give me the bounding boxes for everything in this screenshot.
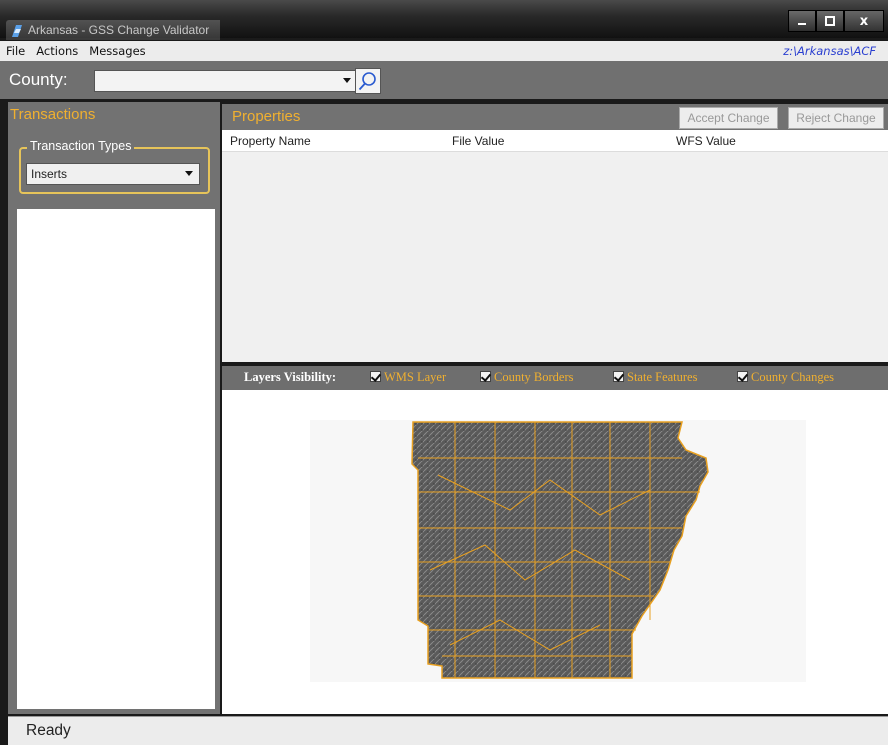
layers-visibility-label: Layers Visibility: xyxy=(244,370,337,384)
window-controls: x xyxy=(788,10,884,32)
maximize-button[interactable] xyxy=(816,10,844,32)
checkbox-icon[interactable] xyxy=(737,371,748,382)
transaction-type-value: Inserts xyxy=(31,167,68,181)
window-title: Arkansas - GSS Change Validator xyxy=(28,23,210,37)
menu-actions[interactable]: Actions xyxy=(36,44,78,58)
layer-label-county-changes: County Changes xyxy=(751,370,834,384)
search-button[interactable] xyxy=(355,68,381,94)
reject-change-button[interactable]: Reject Change xyxy=(788,107,884,129)
chevron-down-icon xyxy=(185,171,193,176)
maximize-icon xyxy=(825,16,835,26)
layer-toggle-county-changes[interactable]: County Changes xyxy=(737,370,834,385)
layers-visibility-bar: Layers Visibility: WMS Layer County Bord… xyxy=(222,366,888,390)
menu-messages[interactable]: Messages xyxy=(89,44,145,58)
transactions-header: Transactions xyxy=(10,106,96,123)
layer-label-county-borders: County Borders xyxy=(494,370,574,384)
checkbox-icon[interactable] xyxy=(480,371,491,382)
close-button[interactable]: x xyxy=(844,10,884,32)
chevron-down-icon xyxy=(343,78,351,83)
search-icon xyxy=(358,72,376,91)
layer-toggle-county-borders[interactable]: County Borders xyxy=(480,370,574,385)
layer-toggle-state-features[interactable]: State Features xyxy=(613,370,697,385)
properties-column-header: Property Name File Value WFS Value xyxy=(222,130,888,152)
title-bar: Arkansas - GSS Change Validator x xyxy=(0,0,888,40)
properties-panel: Properties Accept Change Reject Change P… xyxy=(222,104,888,362)
close-icon: x xyxy=(859,13,869,29)
county-bar: County: xyxy=(0,61,888,99)
accept-change-button[interactable]: Accept Change xyxy=(679,107,778,129)
transaction-types-legend: Transaction Types xyxy=(27,139,135,153)
column-wfs-value[interactable]: WFS Value xyxy=(676,134,736,148)
menu-file[interactable]: File xyxy=(6,44,25,58)
checkbox-icon[interactable] xyxy=(370,371,381,382)
column-file-value[interactable]: File Value xyxy=(452,134,504,148)
layer-toggle-wms[interactable]: WMS Layer xyxy=(370,370,446,385)
map-canvas[interactable] xyxy=(310,420,806,682)
map-view[interactable] xyxy=(222,390,888,714)
properties-header-bar: Properties Accept Change Reject Change xyxy=(222,104,888,130)
data-path-link[interactable]: z:\Arkansas\ACF xyxy=(783,44,876,58)
layer-label-state-features: State Features xyxy=(627,370,698,384)
column-property-name[interactable]: Property Name xyxy=(230,134,311,148)
minimize-button[interactable] xyxy=(788,10,816,32)
transaction-types-group: Transaction Types Inserts xyxy=(19,139,210,194)
layer-label-wms: WMS Layer xyxy=(384,370,447,384)
checkbox-icon[interactable] xyxy=(613,371,624,382)
menu-bar: File Actions Messages z:\Arkansas\ACF xyxy=(0,41,888,61)
transaction-type-select[interactable]: Inserts xyxy=(26,163,200,185)
state-outline xyxy=(411,421,709,679)
transactions-list[interactable] xyxy=(17,209,215,709)
minimize-icon xyxy=(798,23,806,25)
status-bar: Ready xyxy=(8,716,888,745)
properties-header: Properties xyxy=(232,108,301,125)
app-icon xyxy=(12,25,22,37)
arkansas-map xyxy=(411,421,709,679)
transactions-panel: Transactions Transaction Types Inserts xyxy=(8,102,220,714)
county-select[interactable] xyxy=(94,70,356,92)
county-label: County: xyxy=(9,70,68,89)
status-text: Ready xyxy=(26,722,71,739)
